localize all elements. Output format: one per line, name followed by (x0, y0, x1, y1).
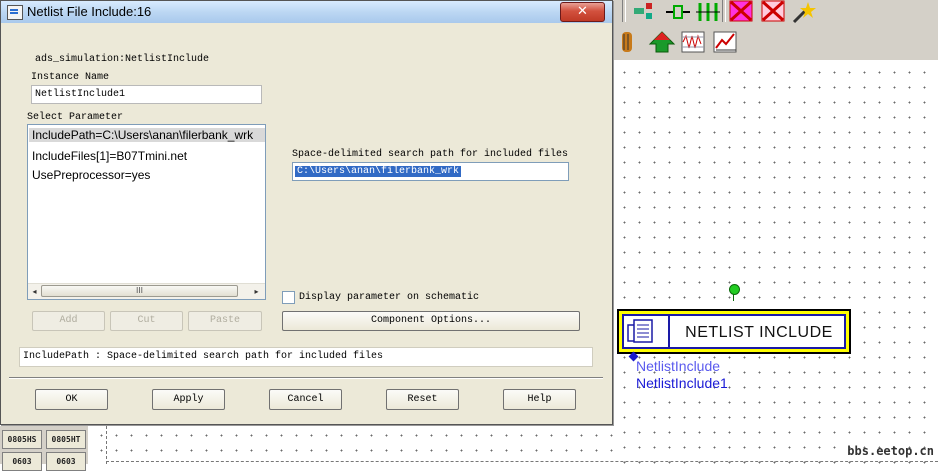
include-path-value: C:\Users\anan\filerbank_wrk (295, 166, 462, 177)
help-line-text: IncludePath : Space-delimited search pat… (23, 351, 384, 362)
instance-name-label: Instance Name (31, 72, 110, 83)
dialog-title: Netlist File Include:16 (27, 4, 152, 19)
component-body: NETLIST INCLUDE (622, 314, 846, 349)
list-item[interactable]: UsePreprocessor=yes (32, 168, 150, 182)
palette-item[interactable]: 0603 (46, 452, 86, 471)
page-boundary-horizontal (106, 461, 938, 462)
horizontal-scrollbar[interactable]: ◂ III ▸ (28, 283, 265, 299)
instance-name-value: NetlistInclude1 (35, 89, 126, 100)
toolbar-separator (722, 0, 726, 22)
parameter-list[interactable]: IncludePath=C:\Users\anan\filerbank_wrk … (27, 124, 266, 300)
cut-button[interactable]: Cut (110, 311, 183, 331)
apply-button[interactable]: Apply (152, 389, 225, 410)
ground-node-icon (729, 284, 740, 295)
dialog-divider (9, 377, 603, 379)
cancel-button[interactable]: Cancel (269, 389, 342, 410)
deactivate-icon[interactable] (728, 0, 756, 24)
component-title: NETLIST INCLUDE (685, 324, 833, 341)
netlist-include-dialog: Netlist File Include:16 ✕ ads_simulation… (0, 0, 613, 425)
list-item[interactable]: IncludeFiles[1]=B07Tmini.net (32, 149, 187, 163)
wire-tool-icon[interactable] (664, 0, 692, 24)
node-stem (733, 294, 734, 301)
close-button[interactable]: ✕ (560, 2, 605, 22)
close-icon: ✕ (577, 4, 588, 19)
schematic-canvas[interactable] (614, 60, 938, 464)
paste-button[interactable]: Paste (188, 311, 262, 331)
push-into-hierarchy-icon[interactable] (648, 30, 676, 54)
list-item[interactable]: IncludePath=C:\Users\anan\filerbank_wrk (29, 128, 265, 142)
page-boundary-vertical (106, 426, 107, 464)
netlist-include-icon (624, 316, 670, 347)
align-tool-icon[interactable] (694, 0, 722, 24)
simulate-icon[interactable] (680, 30, 708, 54)
component-palette: 0805HS 0805HT 0603 0603 (0, 426, 88, 471)
display-parameter-label: Display parameter on schematic (299, 292, 480, 303)
add-button[interactable]: Add (32, 311, 105, 331)
component-options-button[interactable]: Component Options... (282, 311, 580, 331)
scroll-right-icon[interactable]: ▸ (251, 286, 262, 297)
parameter-help-line: IncludePath : Space-delimited search pat… (19, 347, 593, 367)
window-icon (7, 5, 23, 20)
palette-item[interactable]: 0603 (2, 452, 42, 471)
reset-button[interactable]: Reset (386, 389, 459, 410)
short-component-icon[interactable] (760, 0, 788, 24)
display-parameter-checkbox[interactable] (282, 291, 295, 304)
grip-icon: III (135, 286, 144, 295)
component-name-label: NetlistInclude (636, 358, 721, 374)
watermark-text: bbs.eetop.cn (847, 444, 934, 458)
tuning-icon[interactable] (614, 30, 642, 54)
netlist-include-component[interactable]: NETLIST INCLUDE (617, 309, 851, 354)
component-instance-label: NetlistInclude1 (636, 375, 728, 391)
instance-name-field[interactable]: NetlistInclude1 (31, 85, 262, 104)
include-path-field[interactable]: C:\Users\anan\filerbank_wrk (292, 162, 569, 181)
scroll-left-icon[interactable]: ◂ (29, 286, 40, 297)
dialog-titlebar[interactable]: Netlist File Include:16 ✕ (1, 1, 612, 23)
component-type-label: ads_simulation:NetlistInclude (35, 54, 210, 65)
schematic-canvas-lower[interactable] (88, 426, 614, 464)
select-parameter-label: Select Parameter (27, 112, 124, 123)
component-insert-icon[interactable] (632, 0, 660, 24)
palette-item[interactable]: 0805HT (46, 430, 86, 449)
data-display-icon[interactable] (712, 30, 740, 54)
magic-wand-icon[interactable] (790, 0, 818, 24)
toolbar-separator (622, 0, 626, 22)
help-button[interactable]: Help (503, 389, 576, 410)
palette-item[interactable]: 0805HS (2, 430, 42, 449)
parameter-field-label: Space-delimited search path for included… (292, 149, 569, 160)
ok-button[interactable]: OK (35, 389, 108, 410)
scrollbar-thumb[interactable]: III (41, 285, 238, 297)
